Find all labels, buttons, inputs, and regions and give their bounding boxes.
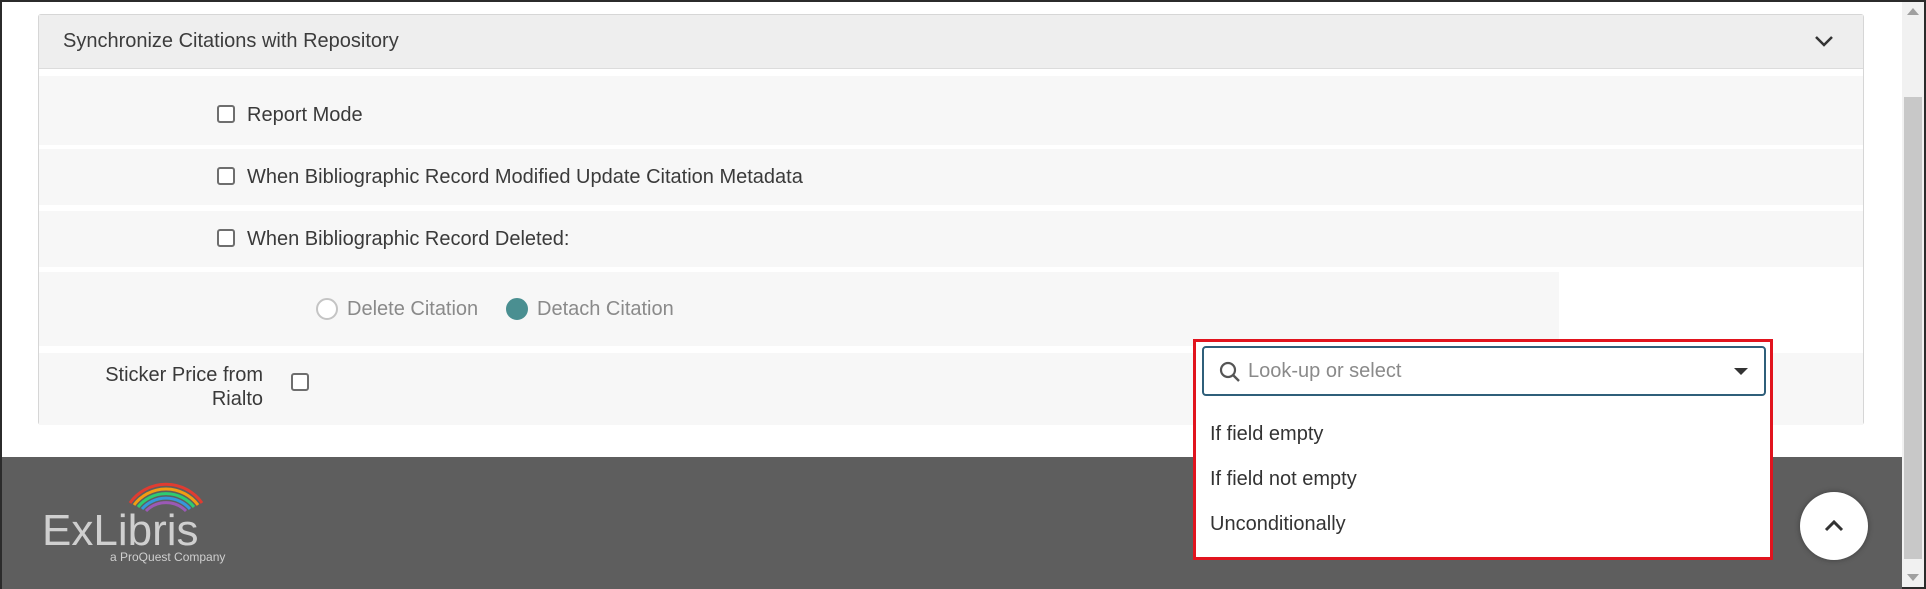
- report-mode-label: Report Mode: [247, 104, 363, 126]
- panel-header[interactable]: Synchronize Citations with Repository: [39, 15, 1863, 69]
- detach-citation-label[interactable]: Detach Citation: [537, 298, 674, 321]
- scroll-up-arrow-icon[interactable]: [1907, 8, 1919, 15]
- svg-text:a ProQuest Company: a ProQuest Company: [110, 550, 225, 564]
- modified-update-checkbox[interactable]: [217, 167, 235, 185]
- sticker-price-checkbox[interactable]: [291, 373, 309, 391]
- exlibris-logo: ExLibris a ProQuest Company: [42, 482, 225, 564]
- option-unconditionally[interactable]: Unconditionally: [1210, 513, 1346, 536]
- svg-text:ExLibris: ExLibris: [42, 506, 199, 555]
- deleted-action-row: Delete Citation Detach Citation: [39, 272, 1559, 346]
- modified-update-row: When Bibliographic Record Modified Updat…: [39, 149, 1863, 205]
- option-if-field-empty[interactable]: If field empty: [1210, 423, 1323, 446]
- chevron-down-icon[interactable]: [1813, 33, 1835, 49]
- condition-dropdown: Look-up or select If field empty If fiel…: [1193, 339, 1773, 560]
- report-mode-row: Report Mode: [39, 76, 1863, 145]
- search-icon: [1219, 361, 1240, 382]
- deleted-row: When Bibliographic Record Deleted:: [39, 211, 1863, 267]
- report-mode-checkbox[interactable]: [217, 105, 235, 123]
- scroll-to-top-button[interactable]: [1800, 492, 1868, 560]
- delete-citation-label[interactable]: Delete Citation: [347, 298, 478, 321]
- vertical-scrollbar[interactable]: [1902, 2, 1924, 587]
- option-if-field-not-empty[interactable]: If field not empty: [1210, 468, 1357, 491]
- panel-title: Synchronize Citations with Repository: [63, 30, 399, 52]
- deleted-checkbox[interactable]: [217, 229, 235, 247]
- chevron-up-icon: [1824, 519, 1844, 532]
- sticker-price-label: Sticker Price from Rialto: [105, 364, 263, 410]
- modified-update-label: When Bibliographic Record Modified Updat…: [247, 166, 803, 188]
- scrollbar-thumb[interactable]: [1904, 97, 1922, 559]
- detach-citation-radio[interactable]: [506, 298, 528, 320]
- delete-citation-radio[interactable]: [316, 298, 338, 320]
- scroll-down-arrow-icon[interactable]: [1907, 574, 1919, 581]
- dropdown-caret-icon[interactable]: [1734, 368, 1748, 375]
- deleted-label: When Bibliographic Record Deleted:: [247, 228, 570, 250]
- lookup-placeholder: Look-up or select: [1248, 360, 1402, 382]
- lookup-select-input[interactable]: Look-up or select: [1202, 346, 1766, 396]
